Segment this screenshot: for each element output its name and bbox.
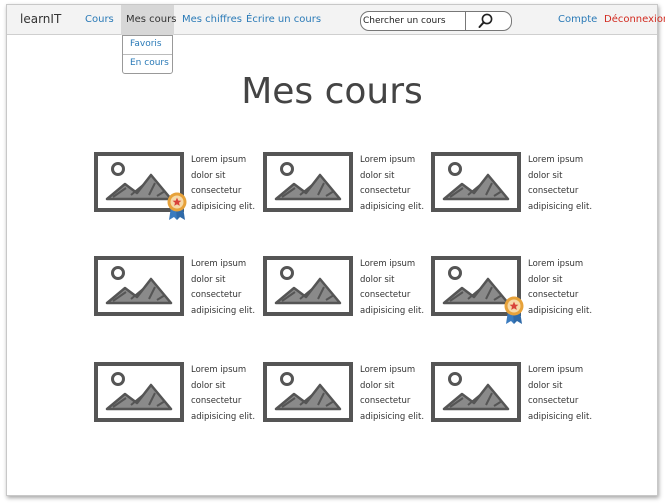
course-description-line: dolor sit [360, 274, 395, 285]
course-description: Lorem ipsum dolor sit consectetur adipisici… [191, 363, 261, 425]
course-description-line: adipisicing elit. [191, 411, 256, 422]
course-description-line: adipisicing elit. [528, 411, 593, 422]
course-description: Lorem ipsum dolor sit consectetur adipisici… [528, 153, 598, 215]
nav-mes-cours[interactable]: Mes cours [121, 5, 177, 35]
course-description-line: dolor sit [528, 170, 563, 181]
course-description-line: adipisicing elit. [360, 411, 425, 422]
course-description-line: Lorem ipsum [528, 365, 584, 375]
course-description-line: adipisicing elit. [191, 201, 256, 212]
course-description-line: dolor sit [528, 380, 563, 391]
course-description-line: consectetur [191, 290, 242, 300]
course-description: Lorem ipsum dolor sit consectetur adipisici… [528, 363, 598, 425]
mes-cours-dropdown: Favoris En cours [122, 35, 173, 74]
course-card[interactable]: Lorem ipsum dolor sit consectetur adipisici… [430, 361, 595, 433]
course-description-line: dolor sit [528, 274, 563, 285]
course-card[interactable]: Lorem ipsum dolor sit consectetur adipisici… [93, 255, 258, 327]
course-card[interactable]: Lorem ipsum dolor sit consectetur adipisici… [262, 255, 427, 327]
course-description-line: Lorem ipsum [191, 365, 247, 375]
course-description-line: Lorem ipsum [191, 259, 247, 269]
course-description-line: adipisicing elit. [360, 305, 425, 316]
search-divider [465, 12, 466, 30]
search-input[interactable] [363, 13, 463, 29]
course-description-line: consectetur [360, 290, 411, 300]
image-placeholder-icon [94, 362, 184, 422]
course-description-line: consectetur [528, 396, 579, 406]
nav-mes-chiffres[interactable]: Mes chiffres [182, 14, 242, 25]
course-description-line: dolor sit [360, 170, 395, 181]
dropdown-item-en-cours[interactable]: En cours [130, 58, 169, 68]
top-navbar: learnIT Cours Mes cours Mes chiffres Écr… [7, 5, 665, 35]
image-placeholder-icon [431, 362, 521, 422]
course-card[interactable]: Lorem ipsum dolor sit consectetur adipisici… [262, 151, 427, 223]
course-description: Lorem ipsum dolor sit consectetur adipisici… [360, 153, 430, 215]
course-description-line: dolor sit [191, 170, 226, 181]
logout-link[interactable]: Déconnexion [604, 14, 665, 25]
nav-mes-cours-label: Mes cours [126, 14, 177, 25]
nav-compte[interactable]: Compte [558, 14, 597, 25]
award-badge-icon [504, 296, 524, 324]
image-placeholder-icon [94, 256, 184, 316]
course-description-line: consectetur [191, 186, 242, 196]
nav-ecrire-cours[interactable]: Écrire un cours [246, 14, 321, 25]
magnifier-icon[interactable] [476, 12, 496, 30]
course-card[interactable]: Lorem ipsum dolor sit consectetur adipisici… [93, 361, 258, 433]
course-description-line: dolor sit [191, 274, 226, 285]
course-description-line: consectetur [191, 396, 242, 406]
image-placeholder-icon [263, 362, 353, 422]
course-description-line: Lorem ipsum [528, 155, 584, 165]
course-description-line: Lorem ipsum [360, 155, 416, 165]
browser-window: learnIT Cours Mes cours Mes chiffres Écr… [6, 4, 665, 496]
course-description: Lorem ipsum dolor sit consectetur adipisici… [360, 363, 430, 425]
search-box [360, 11, 512, 31]
dropdown-divider [123, 54, 172, 55]
nav-cours[interactable]: Cours [85, 14, 114, 25]
dropdown-item-favoris[interactable]: Favoris [130, 39, 162, 49]
course-description-line: adipisicing elit. [191, 305, 256, 316]
course-description-line: dolor sit [360, 380, 395, 391]
course-description: Lorem ipsum dolor sit consectetur adipisici… [191, 257, 261, 319]
image-placeholder-icon [431, 152, 521, 212]
course-description-line: consectetur [360, 186, 411, 196]
course-description-line: Lorem ipsum [360, 365, 416, 375]
course-description-line: adipisicing elit. [528, 305, 593, 316]
course-description-line: dolor sit [191, 380, 226, 391]
course-card[interactable]: Lorem ipsum dolor sit consectetur adipisici… [93, 151, 258, 223]
course-description-line: Lorem ipsum [191, 155, 247, 165]
course-description-line: consectetur [360, 396, 411, 406]
course-description-line: consectetur [528, 290, 579, 300]
course-description-line: adipisicing elit. [360, 201, 425, 212]
image-placeholder-icon [263, 256, 353, 316]
image-placeholder-icon [263, 152, 353, 212]
course-description-line: Lorem ipsum [528, 259, 584, 269]
course-card[interactable]: Lorem ipsum dolor sit consectetur adipisici… [430, 255, 595, 327]
course-description-line: adipisicing elit. [528, 201, 593, 212]
course-description-line: consectetur [528, 186, 579, 196]
course-card[interactable]: Lorem ipsum dolor sit consectetur adipisici… [430, 151, 595, 223]
course-description: Lorem ipsum dolor sit consectetur adipisici… [360, 257, 430, 319]
award-badge-icon [167, 192, 187, 220]
course-description: Lorem ipsum dolor sit consectetur adipisici… [528, 257, 598, 319]
brand-logo[interactable]: learnIT [20, 12, 61, 26]
course-description: Lorem ipsum dolor sit consectetur adipisici… [191, 153, 261, 215]
course-description-line: Lorem ipsum [360, 259, 416, 269]
course-card[interactable]: Lorem ipsum dolor sit consectetur adipisici… [262, 361, 427, 433]
page-title: Mes cours [241, 71, 423, 112]
